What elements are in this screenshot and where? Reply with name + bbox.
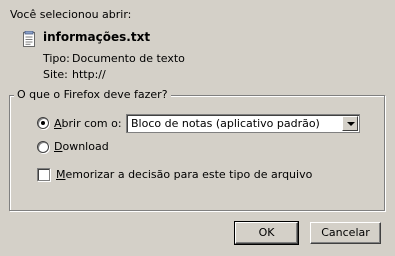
- intro-text: Você selecionou abrir:: [10, 8, 132, 21]
- remember-label[interactable]: Memorizar a decisão para este tipo de ar…: [56, 168, 312, 181]
- file-name: informações.txt: [43, 30, 151, 44]
- open-with-label[interactable]: Abrir com o:: [54, 117, 122, 130]
- open-with-radio[interactable]: [37, 117, 49, 129]
- dropdown-button[interactable]: [342, 116, 358, 131]
- text-file-icon: [22, 30, 36, 47]
- chevron-down-icon: [347, 122, 355, 126]
- radio-selected-dot: [41, 121, 45, 125]
- application-select[interactable]: Bloco de notas (aplicativo padrão): [126, 114, 360, 133]
- cancel-button[interactable]: Cancelar: [310, 222, 381, 244]
- type-label: Tipo:: [43, 52, 70, 65]
- application-select-value: Bloco de notas (aplicativo padrão): [131, 117, 320, 130]
- remember-checkbox[interactable]: [37, 168, 50, 181]
- ok-button[interactable]: OK: [234, 221, 299, 245]
- site-label: Site:: [43, 68, 68, 81]
- action-group-title: O que o Firefox deve fazer?: [14, 88, 171, 101]
- download-label[interactable]: Download: [54, 140, 109, 153]
- site-value: http://: [72, 68, 106, 81]
- type-value: Documento de texto: [72, 52, 185, 65]
- download-radio[interactable]: [37, 141, 49, 153]
- action-groupbox: [9, 95, 385, 211]
